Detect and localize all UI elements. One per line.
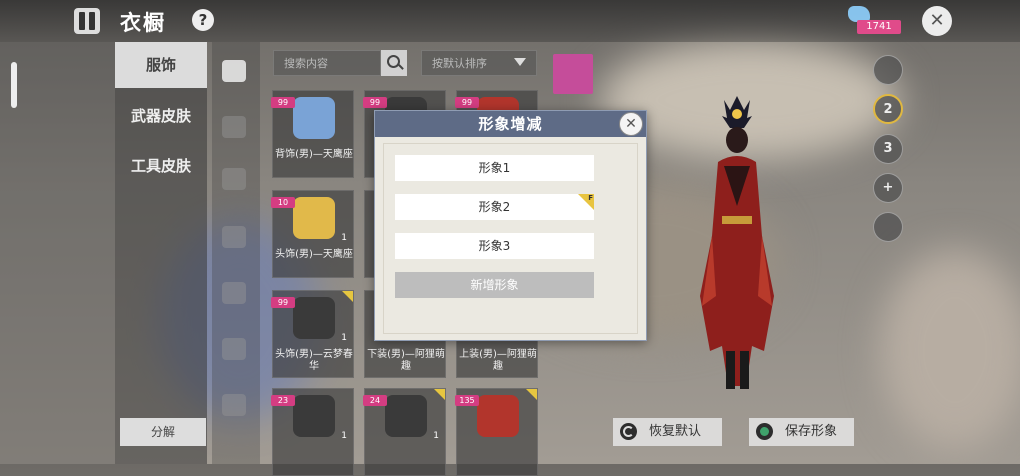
save-look-button[interactable]: 保存形象 xyxy=(749,418,854,446)
look-1-button[interactable]: 形象1 xyxy=(395,155,594,181)
wardrobe-icon xyxy=(74,8,100,34)
subcategory-column xyxy=(212,42,260,464)
look-manager-dialog: 形象增减 形象1 形象2 F 形象3 新增形象 xyxy=(374,110,647,341)
pants-icon[interactable] xyxy=(222,168,246,190)
item-name: 下装(男)—阿狸萌趣 xyxy=(367,349,445,372)
save-label: 保存形象 xyxy=(785,424,838,439)
plus-icon: + xyxy=(882,180,894,195)
item-name: 头饰(男)—天鹰座 xyxy=(275,249,353,260)
close-icon: ✕ xyxy=(929,10,945,31)
item-name: 背饰(男)—天鹰座 xyxy=(275,149,353,160)
item-card[interactable]: 99 1 头饰(男)—云梦春华 xyxy=(271,290,354,378)
left-panel xyxy=(0,42,115,464)
item-thumbnail xyxy=(293,97,335,139)
dialog-title: 形象增减 xyxy=(375,111,646,137)
item-thumbnail xyxy=(385,395,427,437)
outfit-slot-3-button[interactable]: 3 xyxy=(873,134,903,164)
reset-icon xyxy=(620,423,637,440)
shirt-icon: 2 xyxy=(883,102,893,117)
question-icon: ? xyxy=(198,11,208,29)
mask-icon[interactable] xyxy=(222,282,246,304)
page-title: 衣橱 xyxy=(120,11,166,35)
gear-button[interactable] xyxy=(873,212,903,242)
help-button[interactable]: ? xyxy=(192,9,214,31)
item-quantity: 1 xyxy=(341,333,347,343)
face-icon[interactable] xyxy=(222,338,246,360)
item-level-badge: 23 xyxy=(271,395,295,406)
tab-tool-skins[interactable]: 工具皮肤 xyxy=(115,143,207,189)
item-level-badge: 10 xyxy=(271,197,295,208)
item-card[interactable]: 135 xyxy=(455,388,538,476)
close-icon: ✕ xyxy=(625,116,637,132)
item-card[interactable]: 23 1 xyxy=(271,388,354,476)
item-card[interactable]: 99 背饰(男)—天鹰座 xyxy=(271,90,354,178)
item-thumbnail xyxy=(293,395,335,437)
rarity-flag-icon xyxy=(526,389,537,400)
character-figure xyxy=(700,96,774,389)
shirt-button[interactable] xyxy=(873,55,903,85)
tab-clothing[interactable]: 服饰 xyxy=(115,42,207,88)
item-name: 头饰(男)—云梦春华 xyxy=(275,349,353,372)
item-thumbnail xyxy=(293,197,335,239)
dialog-close-button[interactable]: ✕ xyxy=(619,112,643,136)
plus-button[interactable]: + xyxy=(873,173,903,203)
item-thumbnail xyxy=(477,395,519,437)
rarity-flag-icon xyxy=(434,389,445,400)
outfit-slot-2-button[interactable]: 2 xyxy=(873,94,903,124)
item-name: 上装(男)—阿狸萌趣 xyxy=(459,349,537,372)
look-2-label: 形象2 xyxy=(478,200,511,214)
reset-label: 恢复默认 xyxy=(649,424,702,439)
character-avatar[interactable] xyxy=(553,54,593,94)
flag-text: F xyxy=(588,194,593,202)
currency-amount: 1741 xyxy=(857,20,901,34)
wing-icon[interactable] xyxy=(222,394,246,416)
item-quantity: 1 xyxy=(341,233,347,243)
search-button[interactable] xyxy=(381,50,407,76)
top-garment-icon[interactable] xyxy=(222,116,246,138)
save-icon xyxy=(756,423,773,440)
all-items-icon[interactable] xyxy=(222,60,246,82)
look-3-button[interactable]: 形象3 xyxy=(395,233,594,259)
item-card[interactable]: 24 1 xyxy=(363,388,446,476)
item-card[interactable]: 10 1 头饰(男)—天鹰座 xyxy=(271,190,354,278)
hat-icon[interactable] xyxy=(222,226,246,248)
item-thumbnail xyxy=(293,297,335,339)
character-model[interactable] xyxy=(682,96,792,396)
look-2-button[interactable]: 形象2 F xyxy=(395,194,594,220)
rarity-flag-icon xyxy=(342,291,353,302)
close-button[interactable]: ✕ xyxy=(922,6,952,36)
chevron-down-icon xyxy=(514,58,526,66)
item-level-badge: 135 xyxy=(455,395,479,406)
item-level-badge: 99 xyxy=(363,97,387,108)
decompose-button[interactable]: 分解 xyxy=(120,418,206,446)
scrollbar[interactable] xyxy=(11,62,17,108)
item-level-badge: 99 xyxy=(455,97,479,108)
category-tabs: 服饰 武器皮肤 工具皮肤 xyxy=(115,42,207,464)
add-look-button[interactable]: 新增形象 xyxy=(395,272,594,298)
look-1-label: 形象1 xyxy=(478,161,511,175)
item-quantity: 1 xyxy=(433,431,439,441)
search-input[interactable]: 搜索内容 xyxy=(273,50,381,76)
item-quantity: 1 xyxy=(341,431,347,441)
reset-default-button[interactable]: 恢复默认 xyxy=(613,418,722,446)
look-3-label: 形象3 xyxy=(478,239,511,253)
shirt-icon: 3 xyxy=(883,141,893,156)
item-level-badge: 99 xyxy=(271,97,295,108)
item-level-badge: 99 xyxy=(271,297,295,308)
tab-weapon-skins[interactable]: 武器皮肤 xyxy=(115,93,207,139)
item-level-badge: 24 xyxy=(363,395,387,406)
